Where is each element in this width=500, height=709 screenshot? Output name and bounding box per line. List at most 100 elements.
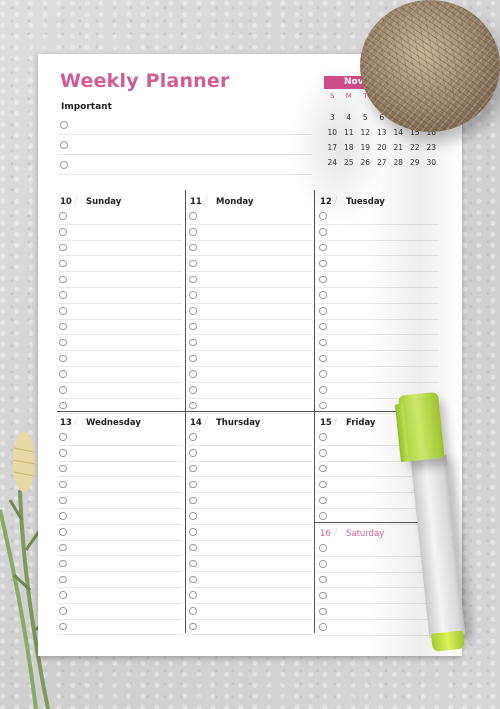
task-row[interactable] [318,256,439,273]
checkbox-circle-icon[interactable] [319,275,327,284]
calendar-date[interactable]: 26 [357,158,374,168]
checkbox-circle-icon[interactable] [59,322,67,331]
calendar-date[interactable]: 21 [390,143,407,153]
task-row[interactable] [58,525,182,541]
task-row[interactable] [188,525,312,541]
task-row[interactable] [188,509,312,525]
checkbox-circle-icon[interactable] [189,291,197,299]
task-row[interactable] [188,209,312,225]
task-row[interactable] [58,335,182,352]
checkbox-circle-icon[interactable] [60,120,68,129]
checkbox-circle-icon[interactable] [59,496,67,505]
checkbox-circle-icon[interactable] [189,243,197,252]
checkbox-circle-icon[interactable] [59,575,67,584]
task-row[interactable] [188,493,312,509]
task-row[interactable] [188,620,312,636]
calendar-date[interactable]: 13 [374,128,391,138]
checkbox-circle-icon[interactable] [319,512,327,520]
task-row[interactable] [58,446,182,462]
calendar-date[interactable]: 14 [390,128,407,138]
checkbox-circle-icon[interactable] [189,528,197,536]
checkbox-circle-icon[interactable] [319,449,327,457]
task-row[interactable] [58,509,182,525]
task-row[interactable] [188,367,312,383]
task-row[interactable] [318,335,439,352]
task-row[interactable] [58,241,182,257]
checkbox-circle-icon[interactable] [189,591,197,599]
checkbox-circle-icon[interactable] [59,480,67,489]
task-row[interactable] [58,556,182,573]
calendar-date[interactable]: 27 [374,158,391,168]
calendar-date[interactable]: 18 [341,143,358,153]
task-row[interactable] [58,588,182,604]
checkbox-circle-icon[interactable] [189,401,197,410]
checkbox-circle-icon[interactable] [319,496,327,505]
task-row[interactable] [188,272,312,288]
important-item[interactable] [58,115,312,135]
checkbox-circle-icon[interactable] [189,607,197,615]
checkbox-circle-icon[interactable] [189,464,197,473]
checkbox-circle-icon[interactable] [59,622,67,631]
checkbox-circle-icon[interactable] [59,591,67,599]
checkbox-circle-icon[interactable] [59,464,67,473]
checkbox-circle-icon[interactable] [189,512,197,520]
task-row[interactable] [188,430,312,446]
checkbox-circle-icon[interactable] [319,575,327,584]
task-row[interactable] [188,351,312,367]
task-row[interactable] [318,272,439,288]
checkbox-circle-icon[interactable] [59,291,67,299]
checkbox-circle-icon[interactable] [59,354,67,363]
checkbox-circle-icon[interactable] [59,243,67,252]
checkbox-circle-icon[interactable] [319,386,327,394]
task-row[interactable] [188,588,312,604]
checkbox-circle-icon[interactable] [59,607,67,615]
task-row[interactable] [188,335,312,352]
checkbox-circle-icon[interactable] [189,275,197,284]
checkbox-circle-icon[interactable] [189,307,197,315]
checkbox-circle-icon[interactable] [319,228,327,236]
checkbox-circle-icon[interactable] [59,433,67,441]
task-row[interactable] [188,383,312,399]
checkbox-circle-icon[interactable] [319,560,327,568]
task-row[interactable] [58,493,182,509]
task-row[interactable] [318,367,439,383]
task-row[interactable] [318,351,439,367]
task-row[interactable] [58,304,182,320]
task-row[interactable] [318,304,439,320]
checkbox-circle-icon[interactable] [189,433,197,441]
checkbox-circle-icon[interactable] [60,140,68,149]
task-row[interactable] [188,320,312,336]
task-row[interactable] [58,462,182,478]
calendar-date[interactable]: 3 [324,113,341,123]
checkbox-circle-icon[interactable] [189,386,197,394]
checkbox-circle-icon[interactable] [319,480,327,489]
calendar-date[interactable]: 23 [423,143,440,153]
task-row[interactable] [188,477,312,494]
checkbox-circle-icon[interactable] [59,401,67,410]
checkbox-circle-icon[interactable] [319,212,327,220]
calendar-date[interactable]: 10 [324,128,341,138]
task-row[interactable] [58,477,182,494]
task-row[interactable] [58,399,182,415]
checkbox-circle-icon[interactable] [59,528,67,536]
calendar-date[interactable]: 25 [341,158,358,168]
task-row[interactable] [58,572,182,588]
task-row[interactable] [188,288,312,304]
checkbox-circle-icon[interactable] [60,160,68,169]
checkbox-circle-icon[interactable] [59,559,67,568]
task-row[interactable] [188,572,312,588]
checkbox-circle-icon[interactable] [59,386,67,394]
checkbox-circle-icon[interactable] [319,464,327,473]
task-row[interactable] [188,446,312,462]
checkbox-circle-icon[interactable] [59,449,67,457]
checkbox-circle-icon[interactable] [189,259,197,268]
task-row[interactable] [188,462,312,478]
checkbox-circle-icon[interactable] [59,512,67,520]
checkbox-circle-icon[interactable] [59,543,67,552]
checkbox-circle-icon[interactable] [189,228,197,236]
checkbox-circle-icon[interactable] [319,322,327,331]
checkbox-circle-icon[interactable] [59,212,67,220]
checkbox-circle-icon[interactable] [189,543,197,552]
task-row[interactable] [188,256,312,273]
checkbox-circle-icon[interactable] [59,228,67,236]
